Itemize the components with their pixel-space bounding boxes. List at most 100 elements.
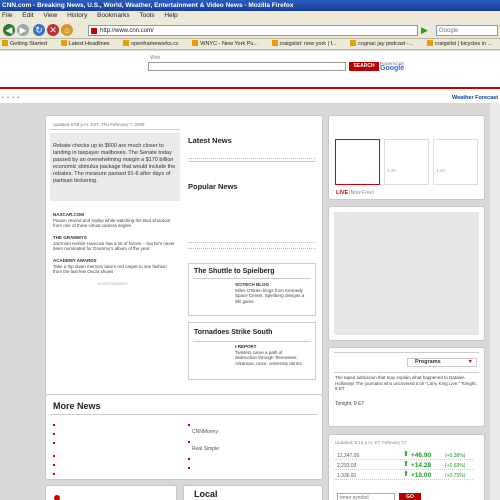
updated-timestamp: updated 6:59 p.m. EST, Thu February 7, 2… (53, 122, 145, 127)
arrow-up-icon: ⬆ (403, 471, 409, 478)
back-icon[interactable]: ◀ (3, 24, 15, 36)
search-button[interactable]: SEARCH (349, 62, 379, 71)
menu-edit[interactable]: Edit (22, 12, 33, 19)
bullet-icon (53, 473, 55, 475)
tv-panel: Programs ▼ The taped admission that may … (328, 347, 485, 427)
live-label[interactable]: LIVE (336, 190, 348, 196)
live-now-free[interactable]: (Now Free) (349, 190, 374, 196)
bookmark-item[interactable]: cognac jay podcast -... (350, 40, 419, 47)
feature-title: The Shuttle to Spielberg (194, 268, 275, 275)
arrow-up-icon: ⬆ (403, 461, 409, 468)
menu-file[interactable]: File (2, 12, 12, 19)
menu-help[interactable]: Help (164, 12, 177, 19)
go-arrow-icon[interactable]: ▶ (421, 25, 431, 36)
market-row[interactable]: 1,336.91 ⬆ +10.00 (+0.75%) (335, 471, 473, 480)
url-text: http://www.cnn.com/ (100, 28, 154, 34)
divider (188, 248, 316, 249)
divider (334, 352, 479, 353)
market-row[interactable]: 2,293.03 ⬆ +14.28 (+0.63%) (335, 461, 473, 470)
ad-placeholder (334, 212, 479, 335)
video-thumbnail[interactable] (335, 139, 380, 185)
video-thumbnail[interactable]: 2:38 (384, 139, 429, 185)
menu-view[interactable]: View (43, 12, 57, 19)
bookmark-item[interactable]: openframeworks.cc (123, 40, 185, 47)
menu-bookmarks[interactable]: Bookmarks (97, 12, 130, 19)
video-time: 1:40 (436, 168, 445, 173)
masthead: Web SEARCH Powered By Google • • • • Wea… (0, 51, 500, 103)
bookmark-item[interactable]: WNYC - New York Pu... (192, 40, 264, 47)
bookmarks-toolbar: Getting Started Latest Headlines openfra… (0, 39, 500, 50)
web-search-label: Web (150, 55, 161, 61)
promo-icon (54, 495, 60, 500)
more-news-heading[interactable]: More News (53, 401, 101, 411)
reload-icon[interactable]: ↻ (33, 24, 45, 36)
menu-tools[interactable]: Tools (139, 12, 154, 19)
divider (188, 158, 316, 159)
bookmark-item[interactable]: craigslist | bicycles in ... (426, 40, 498, 47)
nav-dots: • • • • (2, 95, 21, 101)
bookmark-item[interactable]: Getting Started (2, 40, 53, 47)
tv-tonight: Tonight, 9 ET (335, 401, 365, 407)
stop-icon[interactable]: ✕ (47, 24, 59, 36)
divider (193, 278, 311, 279)
story-item[interactable]: The Grammys Jazzman Herbie Hancock has a … (53, 235, 177, 252)
page-scrollbar[interactable] (490, 103, 500, 500)
window-title-bar: CNN.com - Breaking News, U.S., World, We… (0, 0, 500, 11)
symbol-input[interactable] (337, 493, 395, 500)
divider (334, 372, 479, 373)
real-simple-label[interactable]: Real Simple: (192, 446, 220, 453)
url-field[interactable]: http://www.cnn.com/ (88, 25, 418, 36)
masthead-red-rule (0, 87, 500, 89)
bullet-icon (53, 455, 55, 457)
advertisement-label: ADVERTISEMENT (98, 282, 128, 286)
weather-forecast-link[interactable]: Weather Forecast (452, 95, 498, 101)
folder-icon (350, 40, 357, 46)
bullet-icon (188, 424, 190, 426)
bookmark-item[interactable]: craigslist: new york | f... (271, 40, 343, 47)
markets-updated: Updated: 5:15 p.m. ET, February 07 (335, 440, 407, 445)
feature-summary: I-REPORT Twisters carve a path of destruc… (235, 344, 302, 366)
google-search-placeholder: Google (439, 28, 459, 34)
bullet-icon (53, 424, 55, 426)
popular-news-heading[interactable]: Popular News (188, 182, 238, 191)
story-item[interactable]: Academy Awards Take a trip down memory la… (53, 258, 177, 275)
feature-summary: SCITECH BLOG Miles O'Brien blogs from Ken… (235, 282, 305, 304)
market-row[interactable]: 12,247.00 ⬆ +46.90 (+0.38%) (335, 451, 473, 460)
programs-dropdown[interactable]: Programs ▼ (407, 358, 477, 367)
bullet-icon (188, 467, 190, 469)
folder-icon (426, 40, 433, 46)
divider (50, 129, 180, 130)
feature-story-shuttle[interactable]: The Shuttle to Spielberg SCITECH BLOG Mil… (188, 263, 316, 316)
navigation-toolbar: ◀ ▶ ↻ ✕ ⌂ http://www.cnn.com/ ▶ Google (0, 21, 500, 39)
home-icon[interactable]: ⌂ (61, 24, 73, 36)
bullet-icon (188, 458, 190, 460)
folder-icon (192, 40, 199, 46)
bookmark-icon (2, 40, 8, 46)
folder-icon (271, 40, 278, 46)
google-search-field[interactable]: Google (436, 25, 498, 36)
symbol-go-button[interactable]: GO (399, 493, 421, 500)
markets-panel: Updated: 5:15 p.m. ET, February 07 12,24… (328, 434, 485, 500)
cnnmoney-label[interactable]: CNNMoney: (192, 429, 219, 436)
story-item[interactable]: NASCAR.COM Pause, rewind and replay while… (53, 212, 177, 229)
site-search-input[interactable] (148, 62, 346, 71)
page-viewport: Web SEARCH Powered By Google • • • • Wea… (0, 51, 500, 500)
tv-blurb[interactable]: The taped admission that may explain wha… (335, 375, 477, 392)
local-heading[interactable]: Local (194, 489, 218, 499)
bottom-promo-panel (45, 485, 177, 500)
video-time: 2:38 (387, 168, 396, 173)
more-news-panel: More News CNNMoney: Real Simple: (45, 394, 323, 480)
google-logo: Google (380, 65, 405, 72)
ad-panel (328, 206, 485, 341)
latest-news-heading[interactable]: Latest News (188, 136, 232, 145)
feature-story-tornadoes[interactable]: Tornadoes Strike South I-REPORT Twisters … (188, 322, 316, 380)
forward-icon[interactable]: ▶ (17, 24, 29, 36)
local-panel: Local (183, 485, 323, 500)
video-thumbnail[interactable]: 1:40 (433, 139, 478, 185)
arrow-up-icon: ⬆ (403, 451, 409, 458)
divider (193, 341, 311, 342)
menu-history[interactable]: History (67, 12, 87, 19)
bookmark-item[interactable]: Latest Headlines (60, 40, 116, 47)
lead-story-text[interactable]: Rebate checks up to $600 are much closer… (53, 143, 177, 185)
feature-title: Tornadoes Strike South (194, 329, 273, 336)
